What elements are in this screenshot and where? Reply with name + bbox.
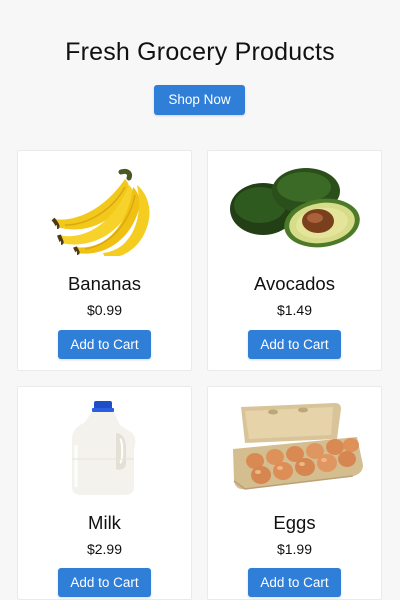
avocado-image: [229, 168, 360, 248]
add-to-cart-button-bananas[interactable]: Add to Cart: [58, 330, 151, 359]
grocery-page: Fresh Grocery Products Shop Now Bananas …: [0, 0, 400, 600]
banana-image: [51, 168, 149, 256]
product-card-avocados: Avocados $1.49 Add to Cart: [207, 150, 382, 371]
add-to-cart-button-milk[interactable]: Add to Cart: [58, 568, 151, 597]
product-price: $1.49: [276, 302, 313, 318]
page-title: Fresh Grocery Products: [65, 38, 335, 66]
product-price: $1.99: [276, 541, 313, 557]
milk-jug-image: [71, 401, 135, 495]
product-price: $0.99: [86, 302, 123, 318]
add-to-cart-button-eggs[interactable]: Add to Cart: [248, 568, 341, 597]
product-name: Eggs: [273, 512, 316, 533]
product-name: Bananas: [67, 273, 142, 294]
product-image-eggs: [208, 399, 381, 499]
product-name: Avocados: [254, 273, 335, 294]
product-card-milk: Milk $2.99 Add to Cart: [17, 386, 192, 600]
product-price: $2.99: [86, 541, 123, 557]
shop-now-button[interactable]: Shop Now: [154, 85, 245, 115]
product-card-bananas: Bananas $0.99 Add to Cart: [17, 150, 192, 371]
product-image-milk: [18, 399, 191, 499]
product-name: Milk: [88, 512, 121, 533]
egg-carton-image: [232, 403, 363, 490]
product-card-eggs: Eggs $1.99 Add to Cart: [207, 386, 382, 600]
product-image-avocados: [208, 161, 381, 261]
product-image-bananas: [18, 161, 191, 261]
add-to-cart-button-avocados[interactable]: Add to Cart: [248, 330, 341, 359]
